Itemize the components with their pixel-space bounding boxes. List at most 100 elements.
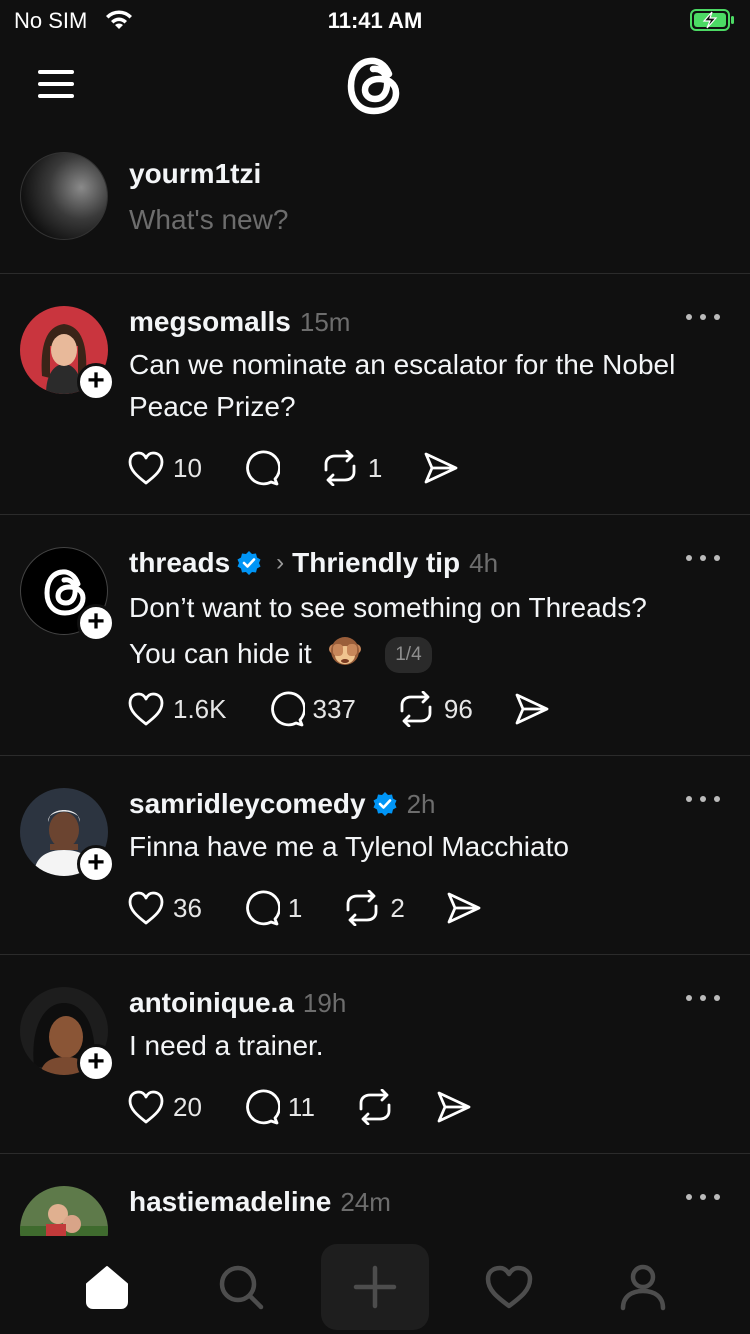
more-options-icon[interactable] xyxy=(686,1194,720,1204)
new-thread-icon xyxy=(353,1265,397,1309)
like-count: 36 xyxy=(173,892,202,923)
compose-prompt[interactable]: What's new? xyxy=(129,204,288,236)
post-time: 24m xyxy=(340,1186,391,1217)
repost-icon xyxy=(324,450,356,486)
topic-tag[interactable]: Thriendly tip xyxy=(292,547,460,579)
home-tab[interactable] xyxy=(53,1244,161,1330)
more-options-icon[interactable] xyxy=(686,995,720,1005)
like-button[interactable]: 20 xyxy=(127,1089,202,1125)
share-button[interactable] xyxy=(435,1089,473,1125)
like-button[interactable]: 10 xyxy=(127,450,202,486)
post-text: Can we nominate an escalator for the Nob… xyxy=(129,349,676,422)
comment-icon xyxy=(270,691,305,727)
post-header: antoinique.a 19h xyxy=(129,983,346,1023)
verified-badge-icon xyxy=(373,792,397,816)
hamburger-menu-icon[interactable] xyxy=(38,70,74,98)
post-text: Finna have me a Tylenol Macchiato xyxy=(129,831,569,862)
post-antoinique[interactable]: + antoinique.a 19h I need a trainer. 20 … xyxy=(0,955,750,1154)
top-header xyxy=(0,42,750,132)
activity-tab[interactable] xyxy=(455,1244,563,1330)
profile-icon xyxy=(620,1264,666,1311)
like-button[interactable]: 36 xyxy=(127,890,202,926)
reply-button[interactable]: 1 xyxy=(242,889,302,927)
username[interactable]: megsomalls xyxy=(129,306,291,338)
post-text-line: You can hide it 1/4 xyxy=(129,631,734,677)
comment-icon xyxy=(246,890,280,926)
more-options-icon[interactable] xyxy=(686,796,720,806)
comment-icon xyxy=(246,1089,280,1125)
post-header: threads › Thriendly tip 4h xyxy=(129,543,498,583)
repost-icon xyxy=(346,890,378,926)
reply-count: 11 xyxy=(287,1091,315,1122)
post-time: 15m xyxy=(299,306,351,337)
repost-count: 96 xyxy=(443,693,473,724)
avatar[interactable] xyxy=(20,1186,108,1236)
follow-plus-button[interactable]: + xyxy=(77,1044,115,1082)
bottom-tab-bar xyxy=(0,1236,750,1334)
post-time: 19h xyxy=(302,987,347,1018)
like-count: 20 xyxy=(173,1091,202,1122)
repost-button[interactable]: 2 xyxy=(342,890,405,926)
post-text-line-2: You can hide it xyxy=(129,638,312,669)
my-avatar[interactable] xyxy=(20,152,108,240)
username[interactable]: samridleycomedy xyxy=(129,788,366,820)
battery-charging-icon xyxy=(690,9,734,31)
post-time: 4h xyxy=(469,547,499,578)
post-megsomalls[interactable]: + megsomalls 15m Can we nominate an esca… xyxy=(0,274,750,515)
status-bar: No SIM 11:41 AM xyxy=(0,0,750,42)
activity-heart-icon xyxy=(485,1265,533,1309)
compose-row[interactable]: yourm1tzi What's new? xyxy=(0,150,750,274)
more-options-icon[interactable] xyxy=(686,314,720,324)
post-text: Don’t want to see something on Threads? … xyxy=(129,585,734,677)
username[interactable]: antoinique.a xyxy=(129,987,294,1019)
send-icon xyxy=(515,693,549,725)
repost-button[interactable] xyxy=(355,1089,395,1125)
reply-button[interactable] xyxy=(242,449,280,487)
search-tab[interactable] xyxy=(187,1244,295,1330)
post-time: 2h xyxy=(406,788,436,819)
follow-plus-button[interactable]: + xyxy=(77,604,115,642)
post-samridleycomedy[interactable]: + samridleycomedy 2h Finna have me a Tyl… xyxy=(0,756,750,955)
chevron-right-icon: › xyxy=(276,549,285,576)
repost-count: 2 xyxy=(390,892,405,923)
repost-icon xyxy=(359,1089,391,1125)
send-icon xyxy=(424,452,458,484)
my-username: yourm1tzi xyxy=(129,158,262,189)
send-icon xyxy=(437,1091,471,1123)
share-button[interactable] xyxy=(422,450,460,486)
repost-button[interactable]: 96 xyxy=(396,691,473,727)
post-actions: 10 1 xyxy=(127,448,500,488)
carousel-pager: 1/4 xyxy=(385,637,432,673)
follow-plus-button[interactable]: + xyxy=(77,845,115,883)
profile-tab[interactable] xyxy=(589,1244,697,1330)
post-text-line: Don’t want to see something on Threads? xyxy=(129,592,647,623)
like-button[interactable]: 1.6K xyxy=(127,691,227,727)
post-header: megsomalls 15m xyxy=(129,302,350,342)
reply-button[interactable]: 11 xyxy=(242,1088,315,1126)
post-hastiemadeline[interactable]: hastiemadeline 24m xyxy=(0,1154,750,1236)
see-no-evil-monkey-icon xyxy=(329,637,362,665)
post-header: samridleycomedy 2h xyxy=(129,784,436,824)
threads-logo-icon[interactable] xyxy=(343,52,407,120)
username[interactable]: hastiemadeline xyxy=(129,1186,331,1218)
repost-button[interactable]: 1 xyxy=(320,450,382,486)
heart-icon xyxy=(128,692,164,726)
comment-icon xyxy=(246,450,280,486)
repost-icon xyxy=(400,691,432,727)
post-text: I need a trainer. xyxy=(129,1030,324,1061)
post-actions: 1.6K 337 96 xyxy=(127,689,591,729)
like-count: 10 xyxy=(173,452,202,483)
share-button[interactable] xyxy=(513,691,551,727)
reply-button[interactable]: 337 xyxy=(267,690,356,728)
verified-badge-icon xyxy=(237,551,261,575)
post-threads[interactable]: + threads › Thriendly tip 4h Don’t want … xyxy=(0,515,750,756)
more-options-icon[interactable] xyxy=(686,555,720,565)
follow-plus-button[interactable]: + xyxy=(77,363,115,401)
search-icon xyxy=(219,1265,264,1310)
share-button[interactable] xyxy=(445,890,483,926)
username[interactable]: threads xyxy=(129,547,230,579)
reply-count: 1 xyxy=(287,892,303,923)
reply-count: 337 xyxy=(312,693,356,724)
heart-icon xyxy=(128,1090,164,1124)
new-thread-tab[interactable] xyxy=(321,1244,429,1330)
